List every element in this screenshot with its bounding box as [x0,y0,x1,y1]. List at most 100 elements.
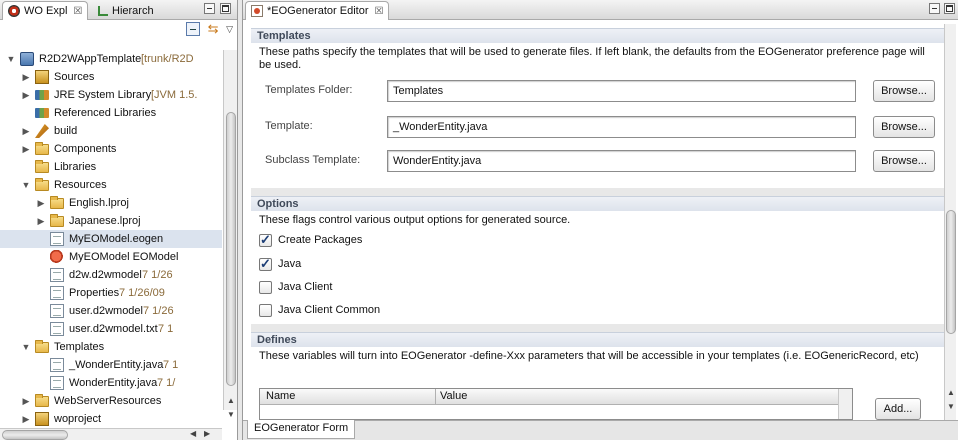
scroll-left-icon[interactable]: ◀ [190,429,196,438]
templates-section: Templates These paths specify the templa… [251,28,947,188]
collapse-all-icon[interactable] [186,22,201,36]
tree-item[interactable]: ▶ English.lproj [0,194,222,212]
add-define-button[interactable]: Add... [875,398,921,420]
collapsed-arrow-icon[interactable]: ▶ [21,410,31,428]
editor-pane: *EOGenerator Editor ☒ Templates These pa… [242,0,958,440]
collapsed-arrow-icon[interactable]: ▶ [21,122,31,140]
tree-item[interactable]: MyEOModel EOModel [0,248,222,266]
collapsed-arrow-icon[interactable]: ▶ [21,68,31,86]
tree-item-label: Components [54,143,117,155]
package-explorer-pane: WO Expl ☒ Hierarch ⇆ ▽ ▼ R2D2WAppTemplate… [0,0,238,440]
tab-eogenerator-form[interactable]: EOGenerator Form [247,420,356,439]
tree-item[interactable]: ▼ Templates [0,338,222,356]
tree-item-decoration: 7 1/26 [143,305,174,317]
view-menu-icon[interactable]: ▽ [226,24,233,35]
collapsed-arrow-icon[interactable]: ▶ [36,194,46,212]
tree-item-decoration: 7 1 [163,359,179,371]
tree-item[interactable]: Properties 7 1/26/09 [0,284,222,302]
eogenerator-form: Templates These paths specify the templa… [247,24,947,420]
horizontal-scrollbar[interactable]: ◀ ▶ [0,428,222,440]
link-with-editor-icon[interactable]: ⇆ [206,22,220,36]
scrollbar-thumb[interactable] [226,112,236,386]
scroll-down-icon[interactable]: ▼ [227,410,235,419]
tree-item[interactable]: ▶ WebServerResources [0,392,222,410]
defines-table[interactable]: Name Value [259,388,853,420]
folder-icon [35,340,49,353]
expanded-arrow-icon[interactable]: ▼ [21,176,31,194]
scrollbar-thumb[interactable] [946,210,956,334]
scroll-up-icon[interactable]: ▲ [227,396,235,405]
collapsed-arrow-icon[interactable]: ▶ [21,140,31,158]
collapsed-arrow-icon[interactable]: ▶ [21,86,31,104]
checkbox-box[interactable] [259,281,272,294]
column-header-value[interactable]: Value [440,390,467,402]
expanded-arrow-icon[interactable]: ▼ [6,50,16,68]
tree-item[interactable]: user.d2wmodel.txt 7 1 [0,320,222,338]
tree-item[interactable]: Referenced Libraries [0,104,222,122]
package-folder-icon [35,70,49,84]
tree-item[interactable]: ▼ R2D2WAppTemplate [trunk/R2D [0,50,222,68]
tab-hierarchy[interactable]: Hierarch [93,1,159,20]
tree-item[interactable]: user.d2wmodel 7 1/26 [0,302,222,320]
templates-folder-input[interactable]: Templates [387,80,856,102]
build-icon [35,124,49,138]
tree-item[interactable]: ▶ Japanese.lproj [0,212,222,230]
checkbox-label: Java Client [278,281,333,293]
tab-eogenerator-editor[interactable]: *EOGenerator Editor ☒ [245,1,390,20]
minimize-icon[interactable] [929,3,940,14]
template-input[interactable]: _WonderEntity.java [387,116,856,138]
maximize-icon[interactable] [944,3,955,14]
tree-item-decoration: 7 1/26 [142,269,173,281]
scroll-down-icon[interactable]: ▼ [947,402,955,411]
collapsed-arrow-icon[interactable]: ▶ [21,392,31,410]
browse-templates-folder-button[interactable]: Browse... [873,80,935,102]
tree-item[interactable]: ▶ Components [0,140,222,158]
minimize-icon[interactable] [204,3,215,14]
tree-item[interactable]: ▼ Resources [0,176,222,194]
tree-item[interactable]: ▶ woproject [0,410,222,428]
tree-item[interactable]: d2w.d2wmodel 7 1/26 [0,266,222,284]
close-icon[interactable]: ☒ [375,6,384,17]
field-label: Template: [265,120,313,132]
checkbox-label: Java Client Common [278,304,381,316]
checkbox-box[interactable] [259,304,272,317]
scroll-right-icon[interactable]: ▶ [204,429,210,438]
file-icon [50,358,64,372]
hierarchy-icon [98,5,108,16]
tree-item-label: MyEOModel.eogen [69,233,164,245]
checkbox-box[interactable] [259,232,272,248]
scroll-up-icon[interactable]: ▲ [947,388,955,397]
tree-item[interactable]: MyEOModel.eogen [0,230,222,248]
maximize-icon[interactable] [220,3,231,14]
tree-item-label: R2D2WAppTemplate [39,53,142,65]
tree-item-label: woproject [54,413,102,425]
tree-item[interactable]: ▶ JRE System Library [JVM 1.5. [0,86,222,104]
tab-wo-explorer[interactable]: WO Expl ☒ [2,1,89,20]
tree-item-label: Libraries [54,161,97,173]
section-description: These variables will turn into EOGenerat… [259,350,919,362]
close-icon[interactable]: ☒ [73,6,82,17]
tree-item[interactable]: WonderEntity.java 7 1/ [0,374,222,392]
section-heading: Templates [251,28,947,43]
column-divider[interactable] [435,389,436,405]
browse-template-button[interactable]: Browse... [873,116,935,138]
tree-item-label: Japanese.lproj [69,215,141,227]
scrollbar-thumb[interactable] [2,430,68,440]
editor-vertical-scrollbar[interactable]: ▲ ▼ [944,24,956,420]
tree-item-label: user.d2wmodel.txt [69,323,158,335]
folder-icon [35,160,49,173]
collapsed-arrow-icon[interactable]: ▶ [36,212,46,230]
tree-item[interactable]: _WonderEntity.java 7 1 [0,356,222,374]
checkbox-box[interactable] [259,256,272,272]
expanded-arrow-icon[interactable]: ▼ [21,338,31,356]
tree-item[interactable]: ▶ Sources [0,68,222,86]
column-header-name[interactable]: Name [266,390,295,402]
tree-item[interactable]: Libraries [0,158,222,176]
table-scrollbar[interactable] [838,389,852,419]
browse-subclass-template-button[interactable]: Browse... [873,150,935,172]
tree-item[interactable]: ▶ build [0,122,222,140]
subclass-template-input[interactable]: WonderEntity.java [387,150,856,172]
project-tree: ▼ R2D2WAppTemplate [trunk/R2D ▶ Sources ▶ JRE… [0,50,222,428]
vertical-scrollbar[interactable]: ▲ ▼ [223,50,237,419]
tree-item-label: user.d2wmodel [69,305,143,317]
